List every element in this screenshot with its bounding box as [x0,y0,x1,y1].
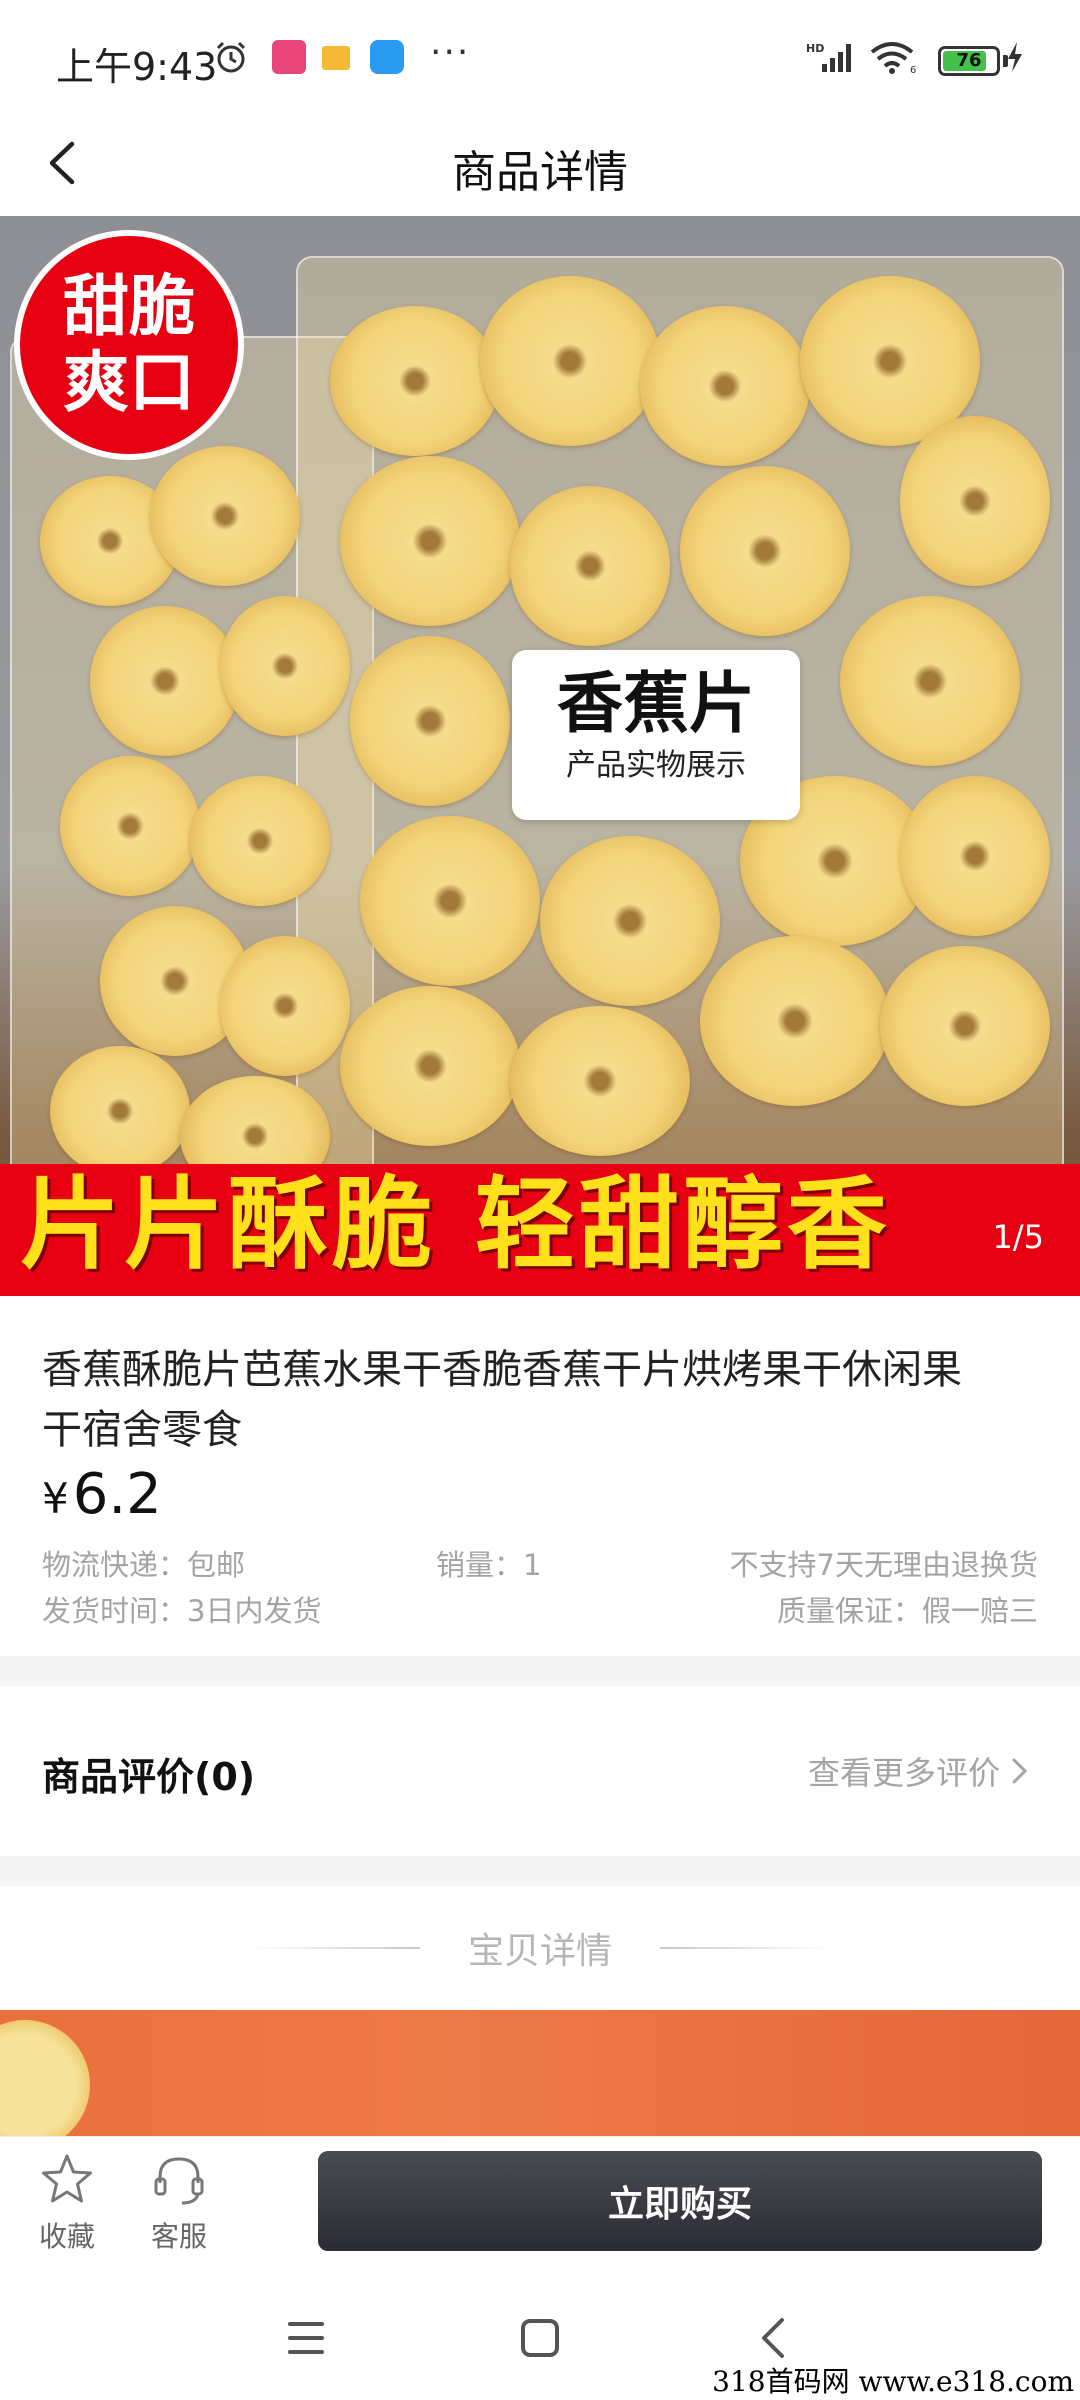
product-info: 香蕉酥脆片芭蕉水果干香脆香蕉干片烘烤果干休闲果干宿舍零食 ¥6.2 物流快递：包… [0,1296,1080,1656]
banana-chip [330,306,500,456]
promo-badge: 甜脆 爽口 [14,230,244,460]
banana-chip [880,946,1050,1106]
banana-chip [90,606,240,756]
shipping-method: 物流快递：包邮 [42,1548,246,1582]
watermark: 318首码网 www.e318.com [712,2365,1074,2398]
favorite-label: 收藏 [38,2220,95,2253]
cloud-notification-icon [370,40,404,74]
quality-guarantee: 质量保证：假一赔三 [776,1594,1038,1628]
banana-chip [680,466,850,636]
banana-chip [350,636,510,806]
menu-icon[interactable] [276,2308,336,2368]
banana-chip [700,936,890,1106]
system-navigation-bar: 318首码网 www.e318.com [0,2270,1080,2400]
carousel-page-indicator: 1/5 [992,1218,1045,1256]
banana-chip [340,986,520,1146]
favorite-button[interactable]: 收藏 [22,2151,112,2255]
banana-chip [60,756,200,896]
customer-service-button[interactable]: 客服 [134,2151,224,2255]
alarm-icon [216,41,246,73]
promo-badge-line1: 甜脆 [63,268,195,345]
promo-banner-text: 片片酥脆 轻甜醇香 [20,1166,891,1283]
banana-chip [840,596,1020,766]
banana-chip [480,276,660,446]
details-divider-right [660,1947,830,1949]
product-title: 香蕉酥脆片芭蕉水果干香脆香蕉干片烘烤果干休闲果干宿舍零食 [42,1347,962,1453]
shipping-time: 发货时间：3日内发货 [42,1594,322,1628]
back-icon[interactable] [744,2308,804,2368]
product-details-section: 宝贝详情 [0,1886,1080,2136]
signal-icon: HD [806,42,851,72]
home-icon[interactable] [510,2308,570,2368]
customer-service-label: 客服 [150,2220,207,2253]
page-title: 商品详情 [452,147,628,198]
bottom-action-bar: 收藏 客服 立即购买 [0,2136,1080,2271]
promo-badge-line2: 爽口 [63,344,195,421]
status-time: 上午9:43 [56,45,218,89]
battery-percent: 76 [956,50,982,71]
product-label-card: 香蕉片 产品实物展示 [512,650,800,820]
svg-text:6: 6 [910,65,916,74]
status-bar: 上午9:43 ··· HD 6 76 [0,0,1080,110]
currency-symbol: ¥ [42,1474,69,1523]
app-notification-icon [272,40,306,74]
more-notifications-icon: ··· [430,32,471,73]
reviews-title: 商品评价(0) [42,1755,256,1799]
banana-chip [360,816,540,986]
message-notification-icon [322,46,350,70]
svg-text:HD: HD [806,42,824,55]
details-image [0,2010,1080,2136]
headset-icon [154,2157,204,2205]
product-image-carousel[interactable]: 甜脆 爽口 香蕉片 产品实物展示 片片酥脆 轻甜醇香 1/5 [0,216,1080,1296]
view-more-reviews-link[interactable]: 查看更多评价 [808,1748,1030,1794]
banana-chip [510,1006,690,1156]
product-label-name: 香蕉片 [557,665,755,742]
product-label-sub: 产品实物展示 [566,748,746,783]
product-price: ¥6.2 [42,1462,162,1527]
view-more-reviews-label: 查看更多评价 [807,1754,1000,1792]
charging-icon [1008,42,1022,72]
chevron-right-icon [1012,1758,1028,1784]
banana-chip [340,456,520,626]
banana-chip [510,486,670,646]
navigation-bar: 商品详情 [0,110,1080,216]
battery-icon: 76 [938,46,1000,76]
banana-chip [220,936,350,1076]
banana-chip [190,776,330,906]
banana-chip [640,306,810,466]
price-value: 6.2 [72,1462,162,1527]
banana-chip [220,596,350,736]
banana-chip [540,836,720,1006]
banana-chip [0,2020,90,2136]
return-policy: 不支持7天无理由退换货 [729,1548,1038,1582]
star-icon [42,2154,92,2203]
reviews-section: 商品评价(0) 查看更多评价 [0,1686,1080,1856]
banana-chip [900,776,1050,936]
buy-now-button[interactable]: 立即购买 [318,2151,1042,2251]
sales-count: 销量：1 [436,1548,542,1582]
banana-chip [150,446,300,586]
banana-chip [900,416,1050,586]
details-title: 宝贝详情 [467,1931,612,1972]
wifi-icon: 6 [870,42,916,74]
